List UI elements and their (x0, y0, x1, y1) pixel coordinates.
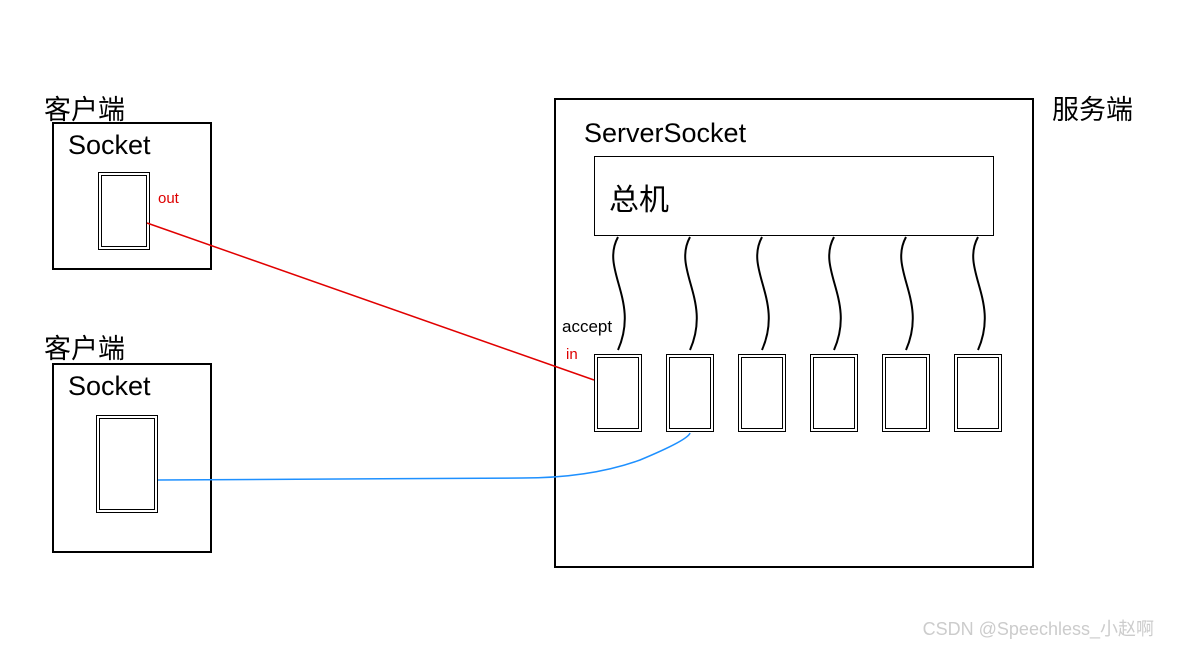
client1-socket-label: Socket (68, 130, 151, 161)
server-socket-5 (882, 354, 930, 432)
server-socket-2 (666, 354, 714, 432)
accept-label: accept (562, 317, 612, 337)
out-label: out (158, 190, 179, 207)
client1-socket-box: Socket (52, 122, 212, 270)
client2-socket-box: Socket (52, 363, 212, 553)
client1-socket-icon (98, 172, 150, 250)
client2-socket-icon (96, 415, 158, 513)
server-socket-3 (738, 354, 786, 432)
client2-socket-label: Socket (68, 371, 151, 402)
switchboard-label: 总机 (609, 175, 669, 219)
watermark: CSDN @Speechless_小赵啊 (923, 615, 1154, 641)
server-title: 服务端 (1052, 88, 1133, 127)
serversocket-label: ServerSocket (584, 118, 746, 149)
in-label: in (566, 346, 578, 363)
server-socket-6 (954, 354, 1002, 432)
client2-title: 客户端 (44, 327, 125, 366)
switchboard-box: 总机 (594, 156, 994, 236)
server-socket-4 (810, 354, 858, 432)
server-socket-1 (594, 354, 642, 432)
